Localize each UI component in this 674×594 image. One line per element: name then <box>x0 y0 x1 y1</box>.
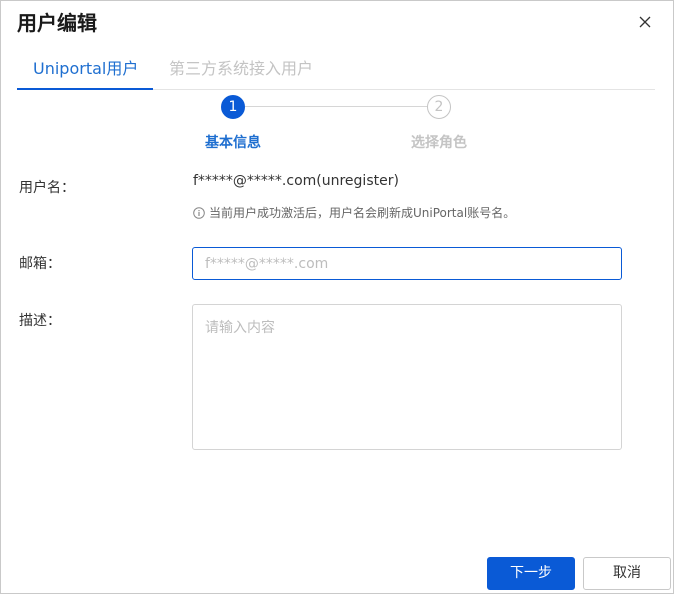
username-hint: 当前用户成功激活后，用户名会刷新成UniPortal账号名。 <box>193 204 515 222</box>
active-tab-indicator <box>17 88 153 90</box>
next-step-button[interactable]: 下一步 <box>487 557 575 590</box>
close-button[interactable] <box>633 10 657 34</box>
tab-third-party-user[interactable]: 第三方系统接入用户 <box>169 49 313 89</box>
tab-uniportal-user[interactable]: Uniportal用户 <box>33 49 138 89</box>
cancel-button[interactable]: 取消 <box>583 557 671 590</box>
info-icon <box>193 207 205 219</box>
username-label: 用户名： <box>19 180 75 196</box>
dialog-title: 用户编辑 <box>17 11 97 35</box>
step-connector <box>245 106 427 107</box>
tab-bar: Uniportal用户 第三方系统接入用户 <box>17 49 655 90</box>
step-2-circle: 2 <box>427 95 451 119</box>
email-label: 邮箱： <box>19 256 61 272</box>
step-2-label: 选择角色 <box>411 135 467 151</box>
stepper: 1 2 基本信息 选择角色 <box>1 95 674 155</box>
description-textarea[interactable] <box>192 304 622 450</box>
description-label: 描述： <box>19 313 61 329</box>
close-icon <box>639 16 651 28</box>
username-value: f*****@*****.com(unregister) <box>193 173 399 189</box>
email-field[interactable] <box>192 247 622 280</box>
username-hint-text: 当前用户成功激活后，用户名会刷新成UniPortal账号名。 <box>209 206 516 220</box>
step-1-circle: 1 <box>221 95 245 119</box>
step-1-label: 基本信息 <box>205 135 261 151</box>
user-edit-dialog: 用户编辑 Uniportal用户 第三方系统接入用户 1 2 基本信息 选择角色… <box>0 0 674 594</box>
